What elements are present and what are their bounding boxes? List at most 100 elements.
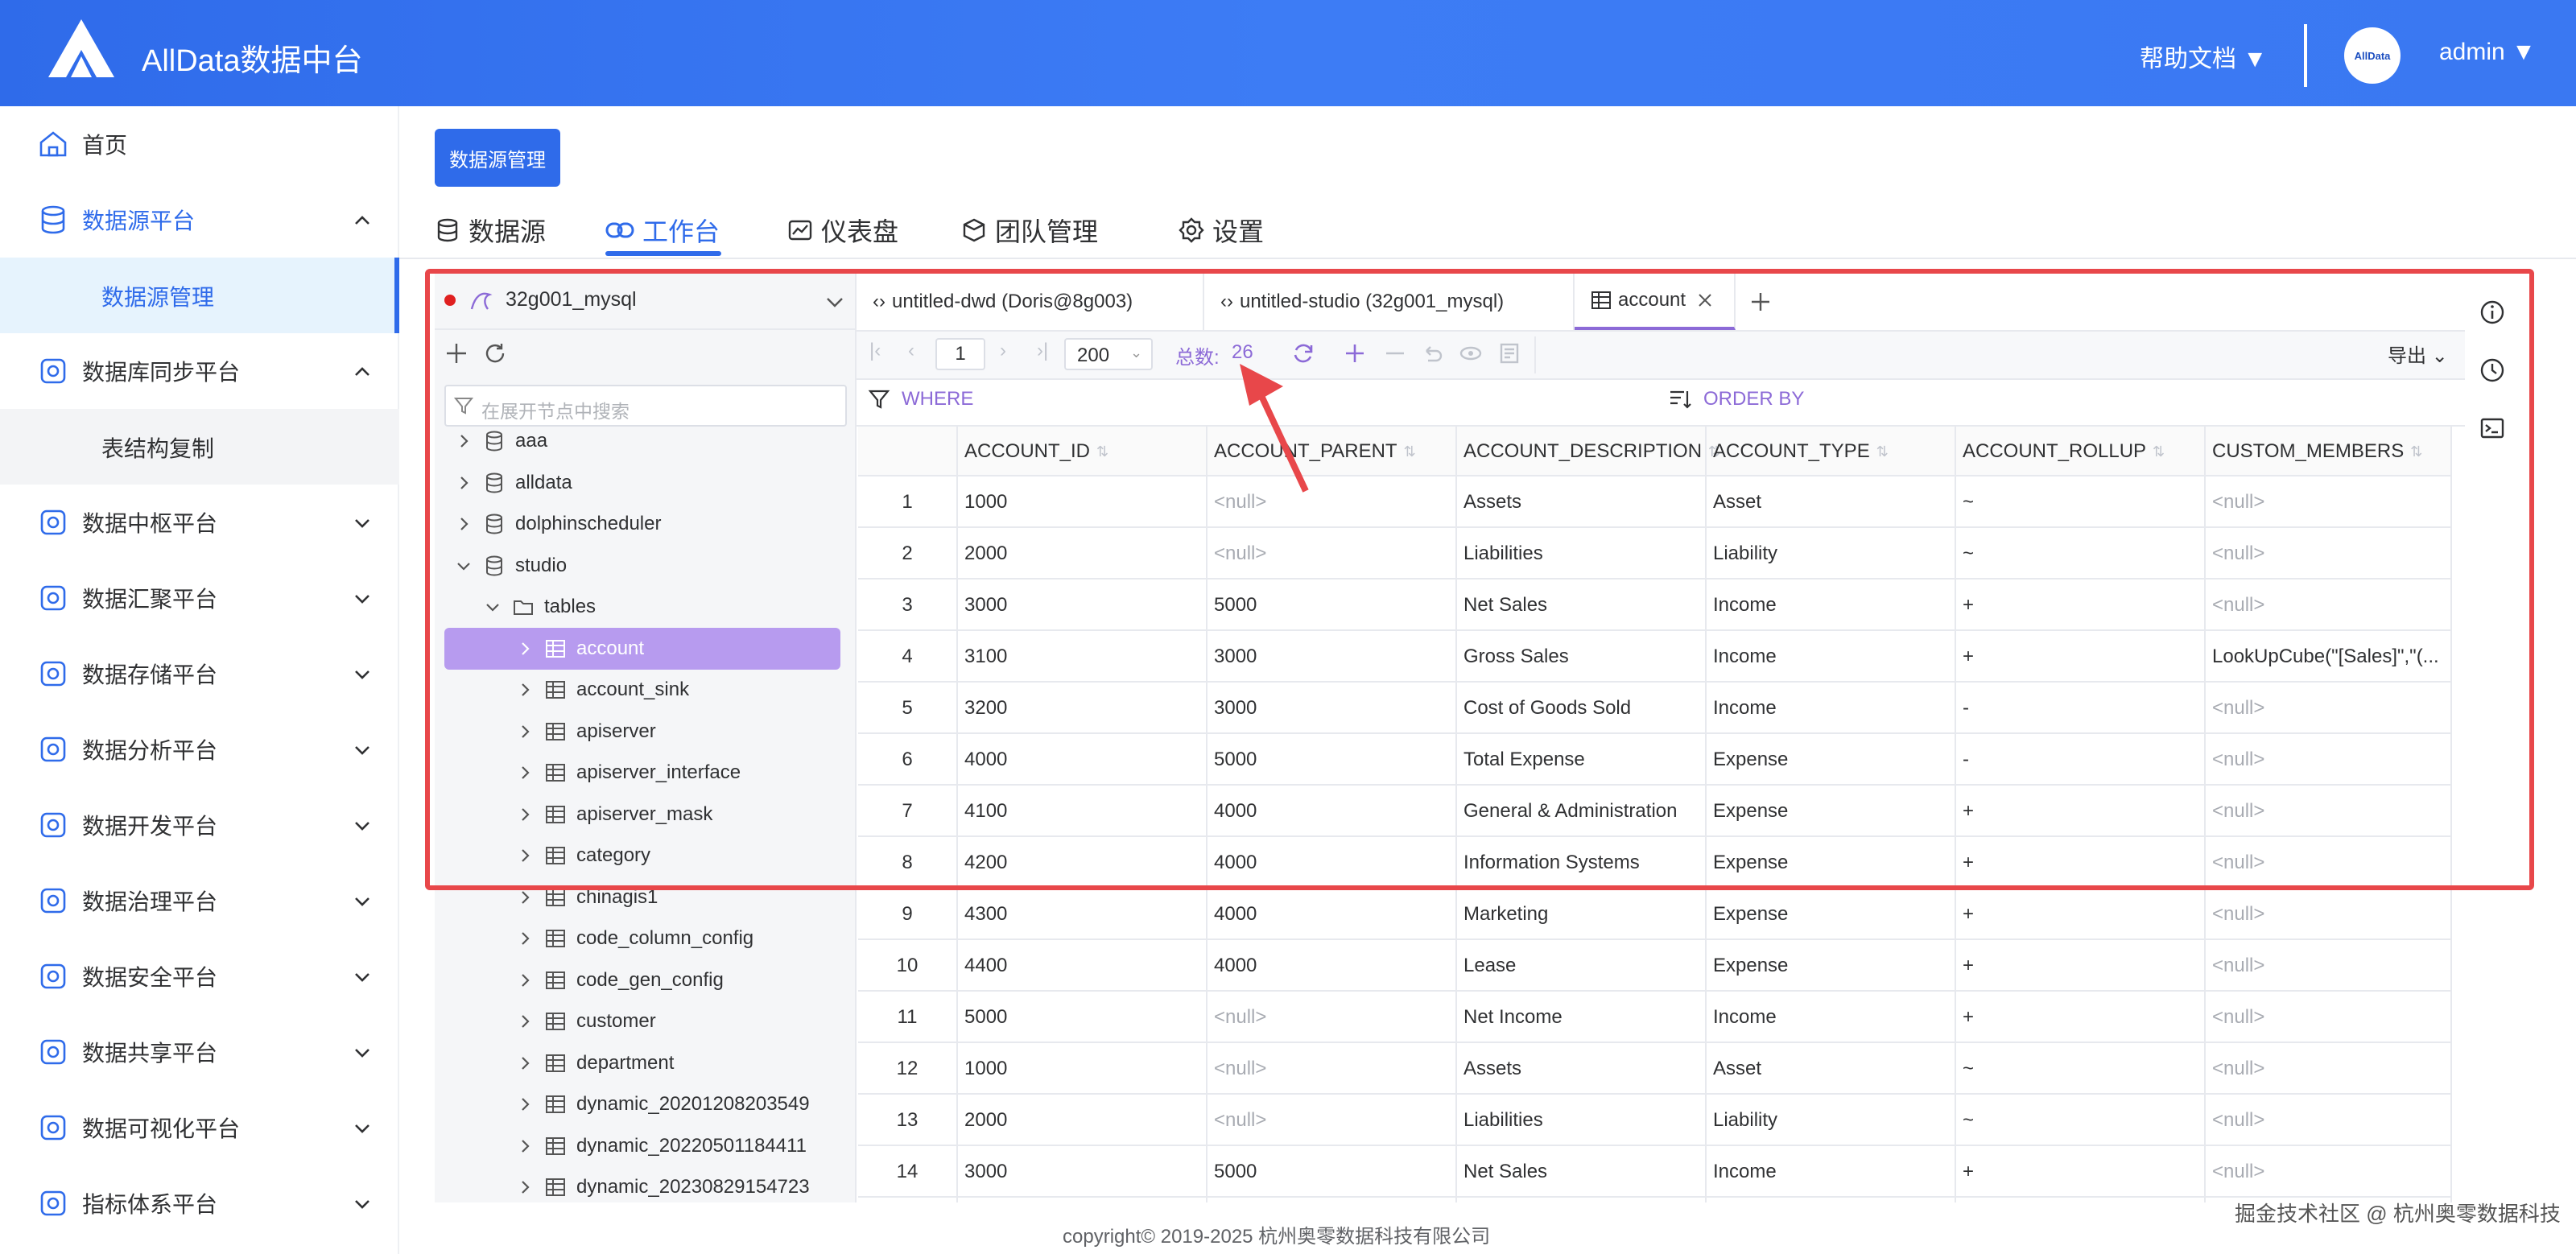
table-cell[interactable]: 1000 bbox=[964, 1043, 1198, 1095]
gear-icon bbox=[1179, 217, 1204, 243]
table-cell[interactable]: ~ bbox=[1963, 1095, 2196, 1146]
alldata-logo bbox=[48, 19, 114, 77]
table-cell[interactable]: Asset bbox=[1713, 1043, 1946, 1095]
help-docs-menu[interactable]: 帮助文档 ▼ bbox=[2140, 39, 2267, 74]
table-cell[interactable]: Assets bbox=[1463, 1043, 1697, 1095]
table-cell[interactable]: <null> bbox=[1214, 992, 1447, 1043]
table-cell[interactable]: 5000 bbox=[964, 992, 1198, 1043]
table-cell[interactable]: 4400 bbox=[964, 940, 1198, 992]
sidebar-subitem[interactable]: 表结构复制 bbox=[0, 409, 399, 485]
table-cell[interactable]: + bbox=[1963, 889, 2196, 940]
table-cell[interactable]: 5000 bbox=[1214, 1146, 1447, 1198]
sidebar-item-label: 数据安全平台 bbox=[82, 965, 218, 990]
sidebar-item[interactable]: 数据中枢平台 bbox=[0, 485, 399, 560]
table-icon bbox=[546, 1136, 565, 1155]
tree-node-table[interactable]: customer bbox=[435, 1000, 857, 1042]
sidebar-item[interactable]: 数据共享平台 bbox=[0, 1014, 399, 1090]
chevron-right-icon[interactable] bbox=[515, 1136, 535, 1156]
chevron-right-icon[interactable] bbox=[515, 929, 535, 948]
grid-icon bbox=[40, 509, 66, 535]
tab-team[interactable]: 团队管理 bbox=[961, 206, 1098, 254]
table-cell[interactable]: <null> bbox=[2212, 940, 2446, 992]
sidebar-item[interactable]: 数据治理平台 bbox=[0, 863, 399, 938]
table-cell[interactable]: + bbox=[1963, 940, 2196, 992]
tab-datasource[interactable]: 数据源 bbox=[435, 206, 546, 254]
avatar[interactable]: AllData bbox=[2344, 27, 2401, 84]
sidebar-item[interactable]: 首页 bbox=[0, 106, 399, 182]
chevron-down-icon bbox=[355, 1124, 369, 1133]
table-cell[interactable]: Expense bbox=[1713, 889, 1946, 940]
sidebar-item[interactable]: 数据库同步平台 bbox=[0, 333, 399, 409]
table-cell[interactable]: <null> bbox=[2212, 1095, 2446, 1146]
chevron-down-icon bbox=[355, 1200, 369, 1209]
chevron-up-icon bbox=[355, 367, 369, 376]
tree-node-table[interactable]: code_gen_config bbox=[435, 959, 857, 1001]
table-icon bbox=[546, 1013, 565, 1030]
table-cell[interactable]: ~ bbox=[1963, 1043, 2196, 1095]
chevron-right-icon[interactable] bbox=[515, 1095, 535, 1114]
table-cell[interactable]: Net Income bbox=[1463, 992, 1697, 1043]
sidebar-item-label: 指标体系平台 bbox=[82, 1192, 218, 1217]
sync-icon bbox=[40, 358, 66, 384]
sidebar-item[interactable]: 指标体系平台 bbox=[0, 1165, 399, 1241]
chevron-right-icon[interactable] bbox=[515, 1054, 535, 1073]
sidebar-item[interactable]: 数据安全平台 bbox=[0, 938, 399, 1014]
sidebar-item[interactable]: 数据可视化平台 bbox=[0, 1090, 399, 1165]
row-number: 10 bbox=[896, 955, 919, 976]
chevron-right-icon[interactable] bbox=[515, 1178, 535, 1197]
sidebar-item[interactable]: 数据分析平台 bbox=[0, 712, 399, 787]
sidebar-item-label: 数据分析平台 bbox=[82, 738, 218, 763]
tree-node-label: dynamic_20220501184411 bbox=[576, 1134, 807, 1157]
table-cell[interactable]: + bbox=[1963, 1146, 2196, 1198]
sidebar-item[interactable]: 数据存储平台 bbox=[0, 636, 399, 712]
table-icon bbox=[546, 1178, 565, 1196]
user-menu[interactable]: admin ▼ bbox=[2439, 39, 2536, 66]
sidebar-item-label: 数据汇聚平台 bbox=[82, 587, 218, 612]
link-icon bbox=[605, 222, 634, 238]
dev-icon bbox=[40, 812, 66, 838]
sidebar-subitem[interactable]: 数据源管理 bbox=[0, 258, 399, 333]
sidebar-item-label: 数据中枢平台 bbox=[82, 511, 218, 536]
table-cell[interactable]: <null> bbox=[2212, 992, 2446, 1043]
sidebar-item[interactable]: 数据汇聚平台 bbox=[0, 560, 399, 636]
table-cell[interactable]: <null> bbox=[2212, 889, 2446, 940]
table-cell[interactable]: <null> bbox=[1214, 1095, 1447, 1146]
tree-node-table[interactable]: dynamic_20201208203549 bbox=[435, 1083, 857, 1125]
tab-dashboard[interactable]: 仪表盘 bbox=[787, 206, 898, 254]
table-cell[interactable]: <null> bbox=[2212, 1043, 2446, 1095]
tree-node-label: customer bbox=[576, 1010, 656, 1032]
sidebar-item[interactable]: 数据源平台 bbox=[0, 182, 399, 258]
table-cell[interactable]: + bbox=[1963, 992, 2196, 1043]
table-cell[interactable]: Liabilities bbox=[1463, 1095, 1697, 1146]
table-cell[interactable]: Expense bbox=[1713, 940, 1946, 992]
chevron-right-icon[interactable] bbox=[515, 1012, 535, 1031]
table-cell[interactable]: 2000 bbox=[964, 1095, 1198, 1146]
chevron-right-icon[interactable] bbox=[515, 971, 535, 990]
table-cell[interactable]: Net Sales bbox=[1463, 1146, 1697, 1198]
table-cell[interactable]: Marketing bbox=[1463, 889, 1697, 940]
sidebar-item-label: 数据治理平台 bbox=[82, 889, 218, 914]
table-cell[interactable]: <null> bbox=[2212, 1146, 2446, 1198]
chevron-right-icon[interactable] bbox=[515, 888, 535, 907]
tab-settings[interactable]: 设置 bbox=[1179, 206, 1264, 254]
table-icon bbox=[546, 930, 565, 947]
tree-node-table[interactable]: dynamic_20220501184411 bbox=[435, 1125, 857, 1167]
datasource-manage-button[interactable]: 数据源管理 bbox=[435, 129, 560, 187]
tab-workbench[interactable]: 工作台 bbox=[605, 206, 720, 254]
chevron-down-icon bbox=[355, 1049, 369, 1058]
table-cell[interactable]: Income bbox=[1713, 992, 1946, 1043]
sidebar-item-label: 数据源平台 bbox=[82, 208, 196, 233]
table-cell[interactable]: 4000 bbox=[1214, 889, 1447, 940]
table-cell[interactable]: Liability bbox=[1713, 1095, 1946, 1146]
tree-node-table[interactable]: dynamic_20230829154723 bbox=[435, 1166, 857, 1202]
table-cell[interactable]: Income bbox=[1713, 1146, 1946, 1198]
sidebar-item[interactable]: 数据开发平台 bbox=[0, 787, 399, 863]
table-cell[interactable]: <null> bbox=[1214, 1043, 1447, 1095]
chevron-up-icon bbox=[355, 216, 369, 225]
table-cell[interactable]: 3000 bbox=[964, 1146, 1198, 1198]
tree-node-table[interactable]: department bbox=[435, 1042, 857, 1084]
table-cell[interactable]: 4300 bbox=[964, 889, 1198, 940]
table-cell[interactable]: 4000 bbox=[1214, 940, 1447, 992]
table-cell[interactable]: Lease bbox=[1463, 940, 1697, 992]
tree-node-table[interactable]: code_column_config bbox=[435, 918, 857, 959]
